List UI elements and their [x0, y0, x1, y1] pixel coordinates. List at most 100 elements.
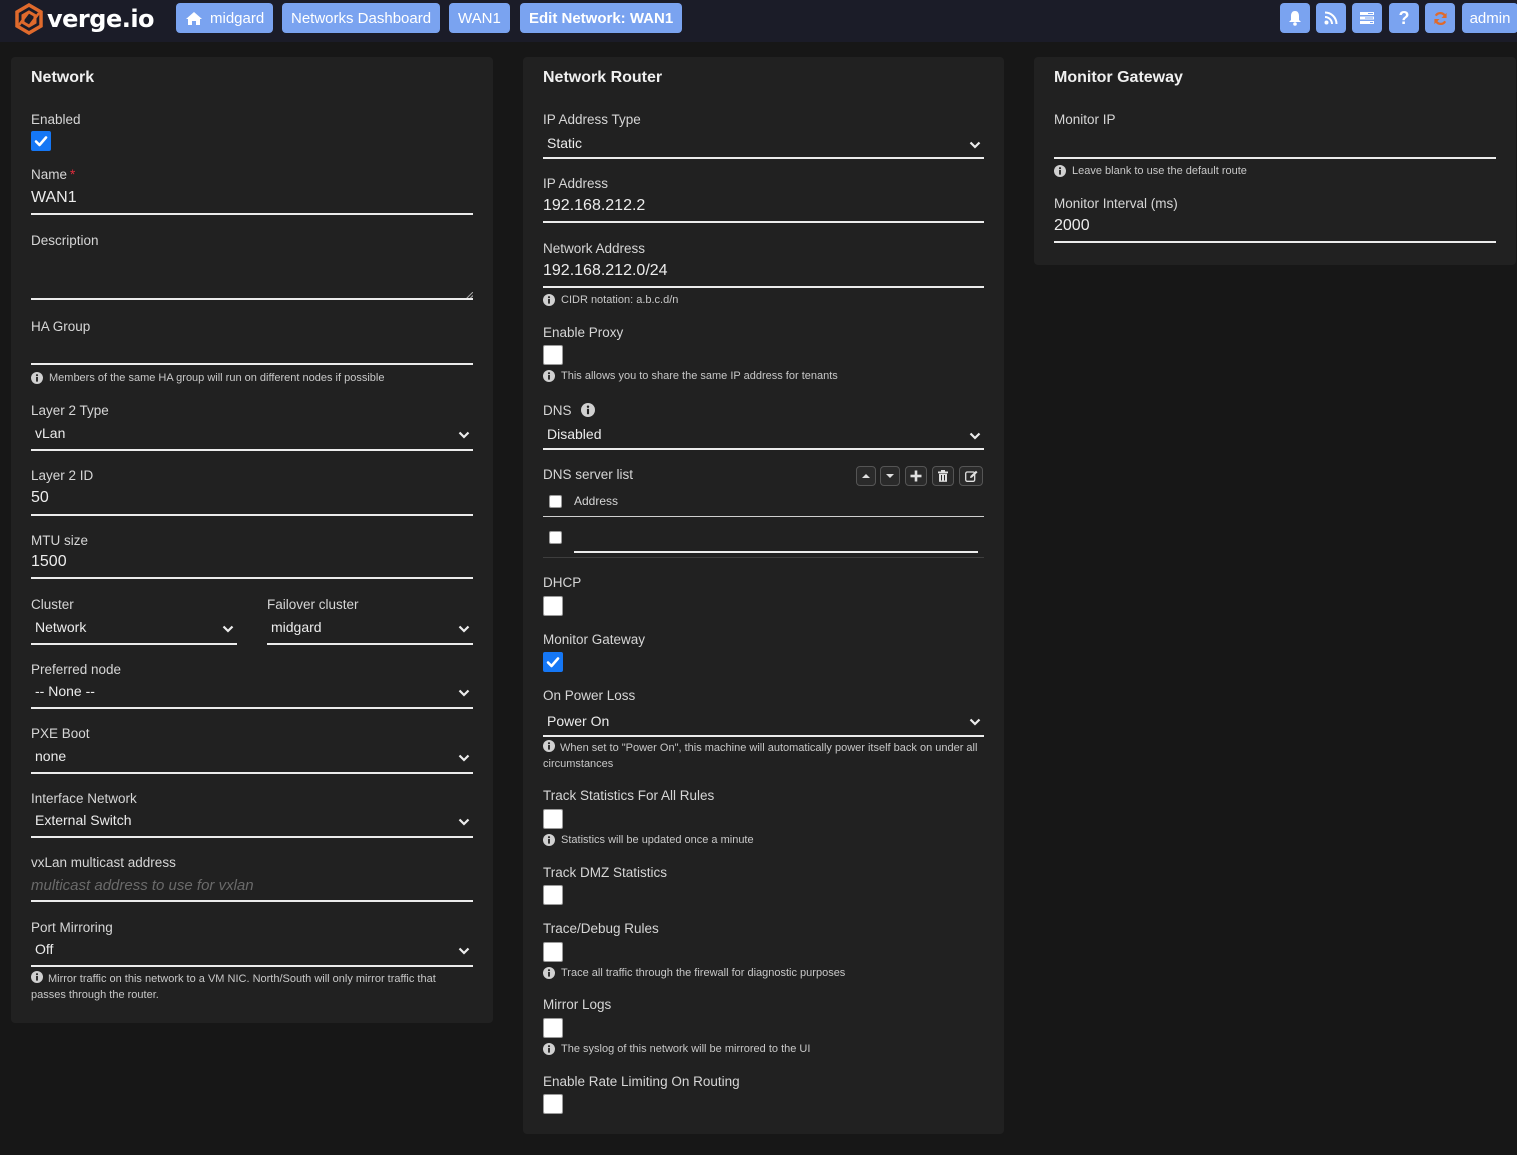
ip-type-label: IP Address Type [543, 112, 641, 127]
info-icon [543, 1043, 555, 1055]
power-loss-select[interactable]: Power On [543, 707, 984, 735]
ip-type-select[interactable]: Static [543, 129, 984, 157]
edit-button[interactable] [959, 466, 983, 486]
mirror-logs-help: The syslog of this network will be mirro… [543, 1041, 810, 1057]
ha-group-input[interactable] [31, 337, 473, 363]
caret-up-icon [862, 474, 870, 478]
user-menu-button[interactable]: admin [1462, 3, 1517, 33]
mtu-input[interactable]: 1500 [31, 553, 67, 571]
trace-debug-help: Trace all traffic through the firewall f… [543, 965, 845, 981]
power-loss-underline [543, 735, 984, 737]
ip-type-underline [543, 157, 984, 159]
trace-debug-checkbox[interactable] [543, 942, 563, 962]
layer2-type-select[interactable]: vLan [31, 421, 473, 449]
dns-address-input[interactable] [574, 527, 978, 551]
pxe-boot-underline [31, 772, 473, 774]
failover-cluster-select[interactable]: midgard [267, 615, 473, 643]
help-text: Trace all traffic through the firewall f… [561, 967, 846, 979]
refresh-button[interactable] [1425, 3, 1455, 33]
chevron-down-icon [222, 624, 234, 634]
monitor-interval-underline [1054, 241, 1496, 243]
mirror-logs-label: Mirror Logs [543, 997, 612, 1012]
preferred-node-label: Preferred node [31, 662, 122, 677]
select-value: Static [547, 135, 583, 151]
rate-limiting-checkbox[interactable] [543, 1094, 563, 1114]
port-mirroring-label: Port Mirroring [31, 920, 113, 935]
ha-group-label: HA Group [31, 319, 91, 334]
name-input[interactable]: WAN1 [31, 189, 77, 207]
panel-title: Network [31, 69, 95, 86]
help-text: Statistics will be updated once a minute [561, 834, 754, 846]
logo-text: verge.io [47, 5, 155, 33]
logo[interactable]: verge.io [13, 3, 155, 35]
rate-limiting-label: Enable Rate Limiting On Routing [543, 1074, 740, 1089]
dhcp-label: DHCP [543, 575, 582, 590]
breadcrumb-wan1[interactable]: WAN1 [449, 3, 510, 33]
network-address-input[interactable]: 192.168.212.0/24 [543, 262, 668, 280]
dhcp-checkbox[interactable] [543, 596, 563, 616]
help-text: When set to "Power On", this machine wil… [543, 742, 978, 770]
delete-button[interactable] [932, 466, 954, 486]
info-icon [543, 370, 555, 382]
layer2-type-label: Layer 2 Type [31, 403, 109, 418]
port-mirroring-select[interactable]: Off [31, 937, 473, 965]
layer2-id-input[interactable]: 50 [31, 489, 49, 507]
trace-debug-label: Trace/Debug Rules [543, 921, 659, 936]
rss-icon [1324, 11, 1338, 25]
breadcrumb-home[interactable]: midgard [176, 3, 274, 33]
question-icon: ? [1398, 7, 1410, 28]
notifications-button[interactable] [1280, 3, 1310, 33]
select-value: External Switch [35, 812, 132, 828]
dns-label: DNS [543, 403, 595, 418]
monitor-ip-input[interactable] [1054, 131, 1496, 157]
info-icon [31, 372, 43, 384]
help-button[interactable]: ? [1389, 3, 1419, 33]
bell-icon [1289, 11, 1301, 26]
row-checkbox[interactable] [549, 531, 562, 544]
monitor-interval-input[interactable]: 2000 [1054, 217, 1090, 235]
tasks-button[interactable] [1352, 3, 1382, 33]
select-value: none [35, 748, 67, 764]
move-down-button[interactable] [880, 466, 900, 486]
mirror-logs-checkbox[interactable] [543, 1018, 563, 1038]
interface-network-select[interactable]: External Switch [31, 808, 473, 836]
dns-underline [543, 448, 984, 450]
panel-title: Network Router [543, 69, 663, 86]
address-column-header[interactable]: Address [574, 494, 618, 508]
select-value: Disabled [547, 426, 602, 442]
select-value: Power On [547, 713, 610, 729]
monitor-gateway-label: Monitor Gateway [543, 632, 646, 647]
pxe-boot-select[interactable]: none [31, 744, 473, 772]
description-textarea[interactable] [31, 253, 473, 299]
info-icon[interactable] [581, 403, 595, 417]
chevron-down-icon [458, 753, 470, 763]
enable-proxy-checkbox[interactable] [543, 345, 563, 365]
select-all-checkbox[interactable] [549, 495, 562, 508]
description-underline [31, 298, 473, 300]
refresh-icon [1433, 11, 1447, 25]
chevron-down-icon [458, 817, 470, 827]
trash-icon [938, 470, 948, 482]
track-stats-checkbox[interactable] [543, 809, 563, 829]
cluster-underline [31, 643, 237, 645]
enable-proxy-label: Enable Proxy [543, 325, 624, 340]
track-dmz-checkbox[interactable] [543, 885, 563, 905]
breadcrumb-networks-dashboard[interactable]: Networks Dashboard [282, 3, 441, 33]
vxlan-input[interactable]: multicast address to use for vxlan [31, 877, 254, 894]
home-icon [185, 11, 203, 26]
cluster-label: Cluster [31, 597, 74, 612]
ip-address-input[interactable]: 192.168.212.2 [543, 197, 645, 215]
caret-down-icon [886, 474, 894, 478]
dns-select[interactable]: Disabled [543, 420, 984, 448]
move-up-button[interactable] [856, 466, 876, 486]
monitor-gateway-checkbox[interactable] [543, 652, 563, 672]
help-text: Members of the same HA group will run on… [49, 372, 385, 384]
feed-button[interactable] [1316, 3, 1346, 33]
preferred-node-select[interactable]: -- None -- [31, 679, 473, 707]
enabled-checkbox[interactable] [31, 131, 51, 151]
power-loss-help: When set to "Power On", this machine wil… [543, 740, 986, 772]
breadcrumb-edit-network[interactable]: Edit Network: WAN1 [520, 3, 683, 33]
add-button[interactable] [905, 466, 927, 486]
cluster-select[interactable]: Network [31, 615, 237, 643]
info-icon [31, 971, 43, 983]
